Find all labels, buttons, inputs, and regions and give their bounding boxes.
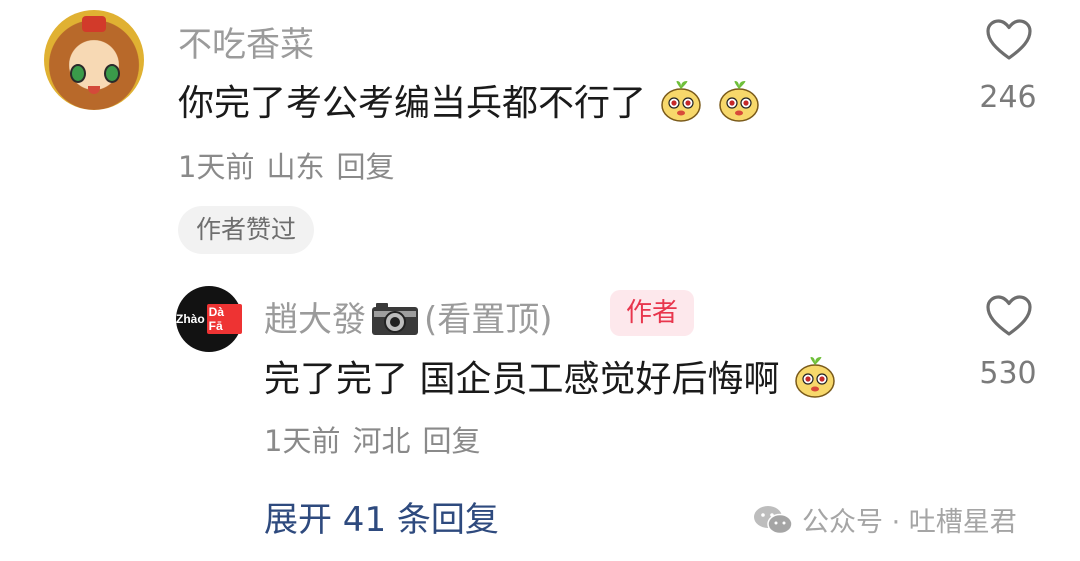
author-badge: 作者 (610, 290, 695, 336)
reply-username[interactable]: 趙大發 (看置顶) (264, 292, 553, 341)
emoji-icon (661, 81, 702, 122)
reply-button[interactable]: 回复 (336, 150, 394, 184)
avatar[interactable] (44, 10, 144, 110)
comment-meta: 1天前 山东 回复 (178, 144, 406, 186)
like-count: 246 (979, 80, 1037, 115)
comment-location: 山东 (266, 150, 325, 184)
comment-body: 你完了考公考编当兵都不行了 (178, 83, 647, 124)
reply-username-note: (看置顶) (424, 300, 553, 340)
camera-icon (372, 303, 418, 335)
reply-meta: 1天前 河北 回复 (264, 418, 492, 460)
avatar-mouth (88, 86, 100, 94)
heart-icon[interactable] (985, 294, 1033, 338)
heart-icon[interactable] (985, 18, 1033, 62)
bow-decoration (82, 16, 106, 32)
expand-replies-link[interactable]: 展开 41 条回复 (264, 492, 499, 541)
reply-button[interactable]: 回复 (422, 424, 480, 458)
author-liked-badge: 作者赞过 (178, 206, 315, 254)
reply-text: 完了完了 国企员工感觉好后悔啊 (264, 350, 837, 402)
avatar-eye-left (70, 64, 86, 83)
comment-time: 1天前 (178, 150, 255, 184)
watermark-text: 公众号 · 吐槽星君 (802, 507, 1017, 538)
emoji-icon (719, 81, 759, 122)
reply-avatar[interactable]: Zhào Dà Fā (176, 286, 242, 352)
avatar-text: Zhào (176, 312, 205, 326)
avatar-eye-right (104, 64, 120, 83)
comment-text: 你完了考公考编当兵都不行了 (178, 74, 761, 126)
emoji-icon (795, 357, 835, 398)
reply-time: 1天前 (264, 424, 341, 458)
commenter-username[interactable]: 不吃香菜 (178, 17, 314, 66)
avatar-text-tag: Dà Fā (206, 304, 242, 334)
watermark: 公众号 · 吐槽星君 (752, 500, 1017, 539)
wechat-icon (754, 505, 793, 534)
reply-username-name: 趙大發 (264, 300, 366, 340)
like-count: 530 (979, 356, 1037, 391)
reply-body: 完了完了 国企员工感觉好后悔啊 (264, 359, 780, 400)
reply-location: 河北 (352, 424, 411, 458)
